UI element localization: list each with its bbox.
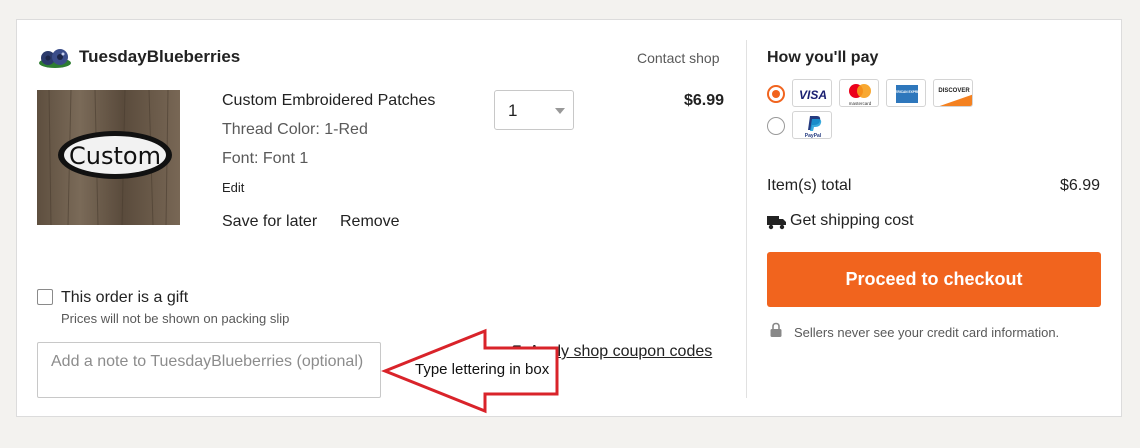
chevron-down-icon <box>555 108 565 114</box>
payment-radio-card[interactable] <box>767 85 785 103</box>
annotation-text: Type lettering in box <box>415 361 550 378</box>
svg-text:AMERICAN EXPRESS: AMERICAN EXPRESS <box>890 90 923 94</box>
svg-text:DISCOVER: DISCOVER <box>938 88 970 94</box>
items-total-value: $6.99 <box>1059 177 1100 194</box>
secure-payment-note: Sellers never see your credit card infor… <box>794 325 1060 340</box>
items-total-label: Item(s) total <box>767 177 852 194</box>
payment-title: How you'll pay <box>767 49 879 66</box>
mastercard-icon: mastercard <box>839 79 879 107</box>
remove-link[interactable]: Remove <box>340 213 400 231</box>
note-placeholder: Add a note to TuesdayBlueberries (option… <box>51 353 364 370</box>
save-for-later-link[interactable]: Save for later <box>222 213 317 231</box>
get-shipping-cost-link[interactable]: Get shipping cost <box>790 212 914 230</box>
product-image[interactable]: Custom <box>37 90 180 225</box>
patch-text: Custom <box>69 142 161 170</box>
svg-text:mastercard: mastercard <box>849 101 872 106</box>
visa-icon: VISA <box>792 79 832 107</box>
truck-icon <box>767 216 786 230</box>
payment-radio-paypal[interactable] <box>767 117 785 135</box>
proceed-to-checkout-button[interactable]: Proceed to checkout <box>767 252 1101 307</box>
patch-image: Custom <box>37 90 180 225</box>
paypal-icon: PayPal <box>792 111 832 139</box>
cart-card: TuesdayBlueberries Contact shop Custom C… <box>16 19 1122 417</box>
lock-icon <box>770 322 782 337</box>
variation-font: Font: Font 1 <box>222 150 309 167</box>
item-price: $6.99 <box>683 92 724 109</box>
svg-text:VISA: VISA <box>799 88 827 102</box>
contact-shop-link[interactable]: Contact shop <box>637 50 720 66</box>
column-divider <box>746 40 747 398</box>
edit-link[interactable]: Edit <box>222 180 244 195</box>
shop-name[interactable]: TuesdayBlueberries <box>79 47 240 67</box>
quantity-select[interactable]: 1 <box>494 90 574 130</box>
discover-icon: DISCOVER <box>933 79 973 107</box>
gift-label[interactable]: This order is a gift <box>61 289 188 307</box>
product-title[interactable]: Custom Embroidered Patches <box>222 92 435 110</box>
amex-icon: AMERICAN EXPRESS <box>886 79 926 107</box>
quantity-value: 1 <box>508 101 518 120</box>
gift-sublabel: Prices will not be shown on packing slip <box>61 311 290 326</box>
svg-text:PayPal: PayPal <box>805 133 822 139</box>
gift-checkbox[interactable] <box>37 289 53 305</box>
note-to-seller-input[interactable]: Add a note to TuesdayBlueberries (option… <box>37 342 381 398</box>
variation-thread-color: Thread Color: 1-Red <box>222 121 368 138</box>
shop-logo-icon[interactable] <box>38 47 72 69</box>
